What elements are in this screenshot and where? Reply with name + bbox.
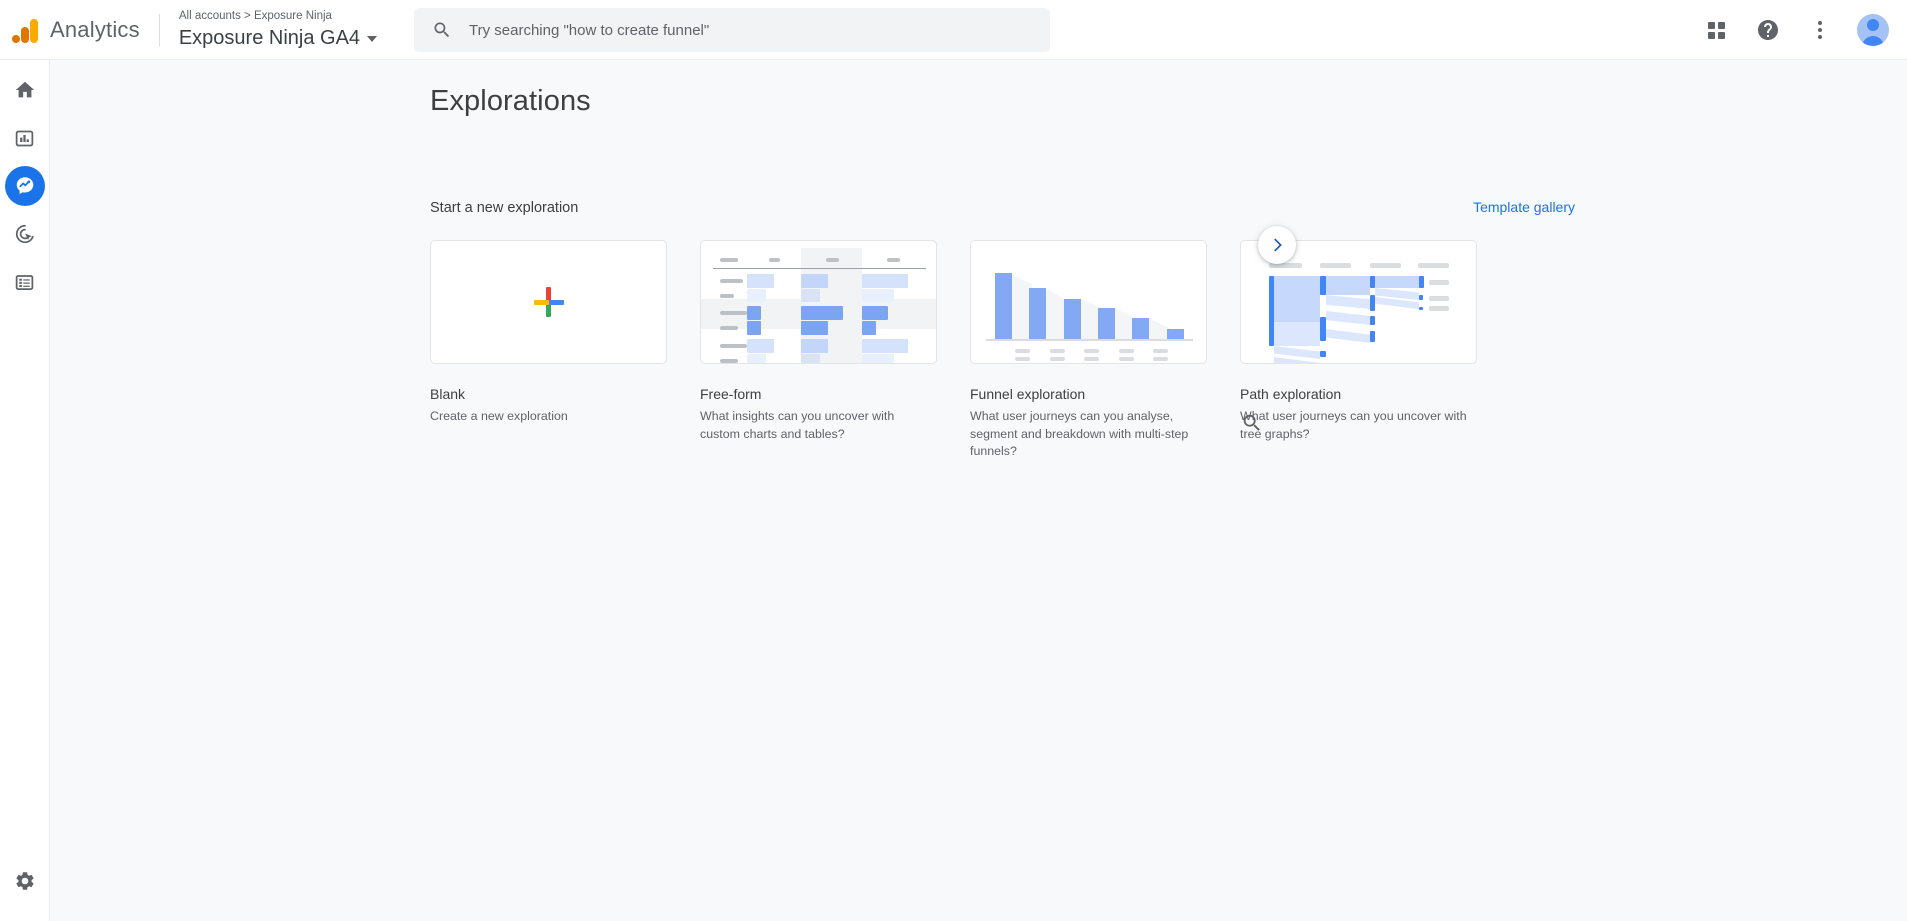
section-title: Start a new exploration (430, 200, 578, 216)
card-title: Free-form (700, 385, 937, 403)
home-icon (14, 79, 36, 101)
caret-down-icon (367, 36, 377, 42)
sidebar-item-advertising[interactable] (5, 214, 45, 254)
gear-icon (14, 870, 36, 892)
property-name: Exposure Ninja GA4 (179, 25, 360, 51)
card-title: Path exploration (1240, 385, 1477, 403)
help-circle-icon[interactable] (1753, 15, 1783, 45)
sidebar-item-admin[interactable] (5, 861, 45, 901)
search-input[interactable]: Try searching "how to create funnel" (414, 8, 1050, 52)
bar-chart-icon (14, 128, 35, 149)
left-sidebar (0, 60, 50, 921)
more-vertical-icon[interactable] (1805, 15, 1835, 45)
sidebar-item-reports[interactable] (5, 118, 45, 158)
card-path-exploration[interactable]: Path exploration What user journeys can … (1240, 240, 1477, 461)
next-templates-button[interactable] (1258, 226, 1296, 264)
template-gallery-link[interactable]: Template gallery (1473, 199, 1575, 215)
chevron-right-icon (1267, 235, 1287, 255)
card-description: What user journeys can you uncover with … (1240, 408, 1477, 443)
card-description: What insights can you uncover with custo… (700, 408, 937, 443)
logo-container (0, 17, 50, 43)
card-funnel-exploration[interactable]: Funnel exploration What user journeys ca… (970, 240, 1207, 461)
property-selector[interactable]: Exposure Ninja GA4 (179, 25, 377, 51)
google-analytics-logo (12, 17, 38, 43)
card-free-form-thumbnail[interactable] (700, 240, 937, 364)
card-free-form[interactable]: Free-form What insights can you uncover … (700, 240, 937, 461)
breadcrumb[interactable]: All accounts > Exposure Ninja (179, 9, 377, 24)
funnel-chart-thumbnail (971, 241, 1206, 363)
sidebar-item-home[interactable] (5, 70, 45, 110)
sidebar-item-explore[interactable] (5, 166, 45, 206)
card-description: Create a new exploration (430, 408, 667, 426)
plus-icon (534, 287, 564, 317)
search-icon (1241, 412, 1263, 434)
card-funnel-thumbnail[interactable] (970, 240, 1207, 364)
explorations-search-button[interactable] (1234, 405, 1270, 441)
user-avatar-icon[interactable] (1857, 14, 1889, 46)
table-chart-thumbnail (701, 241, 936, 363)
property-block: All accounts > Exposure Ninja Exposure N… (160, 9, 377, 51)
card-title: Blank (430, 385, 667, 403)
card-blank[interactable]: Blank Create a new exploration (430, 240, 667, 461)
sidebar-item-library[interactable] (5, 262, 45, 302)
section-header: Start a new exploration Template gallery (430, 199, 1575, 216)
exploration-cards: Blank Create a new exploration (430, 240, 1477, 461)
list-icon (14, 272, 35, 293)
card-title: Funnel exploration (970, 385, 1207, 403)
search-icon (432, 20, 452, 40)
search-placeholder: Try searching "how to create funnel" (469, 22, 709, 39)
page-title: Explorations (430, 85, 591, 118)
card-description: What user journeys can you analyse, segm… (970, 408, 1207, 461)
apps-grid-icon[interactable] (1701, 15, 1731, 45)
header-actions (1701, 0, 1889, 60)
main-content: Explorations Start a new exploration Tem… (50, 60, 1907, 921)
target-click-icon (14, 223, 36, 245)
explore-icon (13, 174, 37, 198)
card-blank-thumbnail[interactable] (430, 240, 667, 364)
app-header: Analytics All accounts > Exposure Ninja … (0, 0, 1907, 60)
brand-title: Analytics (50, 17, 159, 43)
